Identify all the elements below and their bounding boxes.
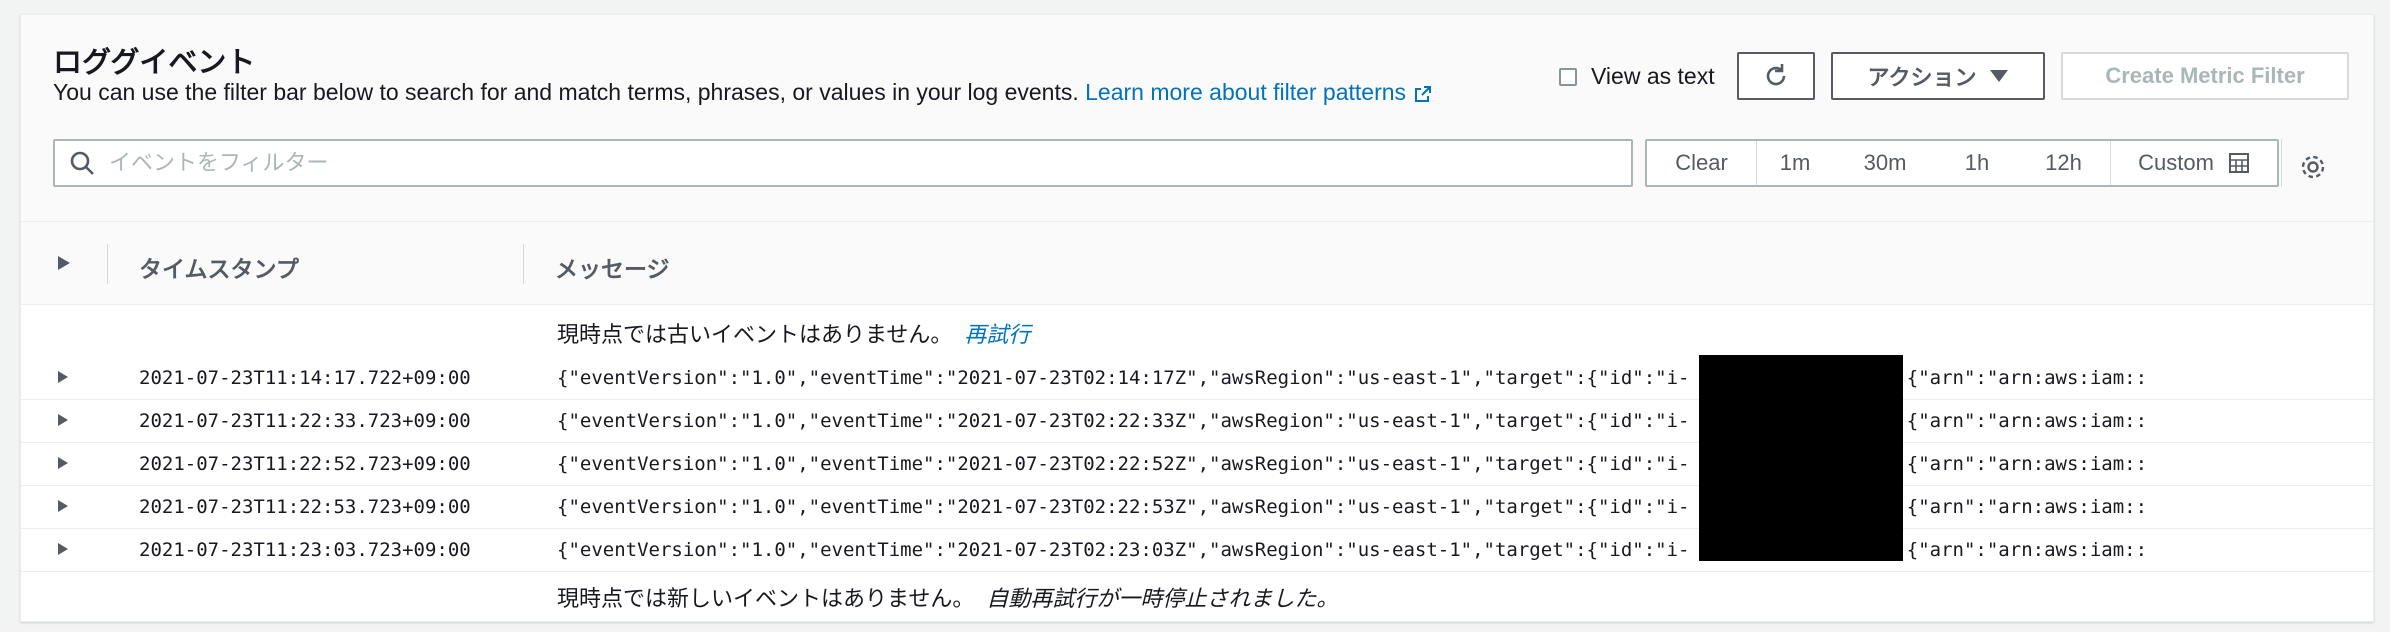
gear-icon xyxy=(2301,155,2325,179)
page-title: ロググイベント xyxy=(53,47,256,79)
column-divider xyxy=(523,244,524,284)
view-as-text-toggle[interactable]: View as text xyxy=(1559,63,1715,90)
column-divider xyxy=(107,244,108,284)
time-range-1h[interactable]: 1h xyxy=(1937,141,2017,185)
create-metric-filter-button[interactable]: Create Metric Filter xyxy=(2061,52,2349,100)
actions-dropdown-button[interactable]: アクション xyxy=(1831,52,2045,100)
redaction-box xyxy=(1699,355,1903,561)
time-range-1m[interactable]: 1m xyxy=(1757,141,1833,185)
row-message: {"eventVersion":"1.0","eventTime":"2021-… xyxy=(557,496,2148,518)
auto-retry-paused-text: 自動再試行が一時停止されました。 xyxy=(986,586,1339,611)
log-events-header: ロググイベント You can use the filter bar below… xyxy=(21,15,2373,222)
time-range-30m[interactable]: 30m xyxy=(1833,141,1937,185)
row-timestamp: 2021-07-23T11:14:17.722+09:00 xyxy=(139,367,471,389)
log-events-panel: ロググイベント You can use the filter bar below… xyxy=(20,14,2374,622)
time-range-custom[interactable]: Custom xyxy=(2111,141,2277,185)
expand-triangle-icon[interactable] xyxy=(57,499,69,513)
filter-events-search[interactable] xyxy=(53,139,1633,187)
caret-down-icon xyxy=(1990,70,2009,82)
settings-button[interactable] xyxy=(2293,147,2333,187)
toolbar-divider xyxy=(2281,139,2282,187)
expand-triangle-icon[interactable] xyxy=(57,456,69,470)
newer-events-text: 現時点では新しいイベントはありません。 xyxy=(557,586,975,611)
table-row[interactable]: 2021-07-23T11:22:52.723+09:00 {"eventVer… xyxy=(21,443,2373,486)
filter-events-input[interactable] xyxy=(107,149,1631,177)
table-row[interactable]: 2021-07-23T11:14:17.722+09:00 {"eventVer… xyxy=(21,357,2373,400)
create-metric-filter-label: Create Metric Filter xyxy=(2105,63,2305,88)
column-timestamp[interactable]: タイムスタンプ xyxy=(139,250,299,284)
table-row[interactable]: 2021-07-23T11:22:53.723+09:00 {"eventVer… xyxy=(21,486,2373,529)
description-text: You can use the filter bar below to sear… xyxy=(53,79,1079,105)
search-icon xyxy=(70,151,94,175)
row-message: {"eventVersion":"1.0","eventTime":"2021-… xyxy=(557,367,2148,389)
description: You can use the filter bar below to sear… xyxy=(53,79,1432,106)
newer-events-notice: 現時点では新しいイベントはありません。 自動再試行が一時停止されました。 xyxy=(557,581,1338,613)
learn-more-label: Learn more about filter patterns xyxy=(1085,79,1407,105)
actions-label: アクション xyxy=(1867,65,1977,90)
retry-link[interactable]: 再試行 xyxy=(964,322,1030,347)
external-link-icon xyxy=(1415,86,1432,102)
older-events-text: 現時点では古いイベントはありません。 xyxy=(557,322,953,347)
expand-triangle-icon[interactable] xyxy=(57,413,69,427)
calendar-icon xyxy=(2228,153,2249,173)
log-event-rows: 2021-07-23T11:14:17.722+09:00 {"eventVer… xyxy=(21,357,2373,572)
time-range-selector: Clear 1m 30m 1h 12h Custom xyxy=(1645,139,2279,187)
view-as-text-checkbox[interactable] xyxy=(1559,67,1577,86)
row-timestamp: 2021-07-23T11:22:33.723+09:00 xyxy=(139,410,471,432)
expand-triangle-icon[interactable] xyxy=(57,542,69,556)
clear-time-button[interactable]: Clear xyxy=(1647,141,1757,185)
time-range-12h[interactable]: 12h xyxy=(2017,141,2111,185)
row-timestamp: 2021-07-23T11:23:03.723+09:00 xyxy=(139,539,471,561)
expand-triangle-icon[interactable] xyxy=(57,255,71,271)
learn-more-link[interactable]: Learn more about filter patterns xyxy=(1085,79,1432,105)
view-as-text-label: View as text xyxy=(1591,63,1715,89)
expand-triangle-icon[interactable] xyxy=(57,370,69,384)
custom-label: Custom xyxy=(2138,150,2214,175)
column-message[interactable]: メッセージ xyxy=(555,250,670,284)
older-events-notice: 現時点では古いイベントはありません。 再試行 xyxy=(557,317,1030,349)
refresh-icon xyxy=(1766,64,1786,86)
row-timestamp: 2021-07-23T11:22:52.723+09:00 xyxy=(139,453,471,475)
row-timestamp: 2021-07-23T11:22:53.723+09:00 xyxy=(139,496,471,518)
table-row[interactable]: 2021-07-23T11:23:03.723+09:00 {"eventVer… xyxy=(21,529,2373,572)
row-message: {"eventVersion":"1.0","eventTime":"2021-… xyxy=(557,410,2148,432)
refresh-button[interactable] xyxy=(1737,52,1815,100)
row-message: {"eventVersion":"1.0","eventTime":"2021-… xyxy=(557,453,2148,475)
table-header: タイムスタンプ メッセージ xyxy=(21,222,2373,305)
row-message: {"eventVersion":"1.0","eventTime":"2021-… xyxy=(557,539,2148,561)
table-row[interactable]: 2021-07-23T11:22:33.723+09:00 {"eventVer… xyxy=(21,400,2373,443)
